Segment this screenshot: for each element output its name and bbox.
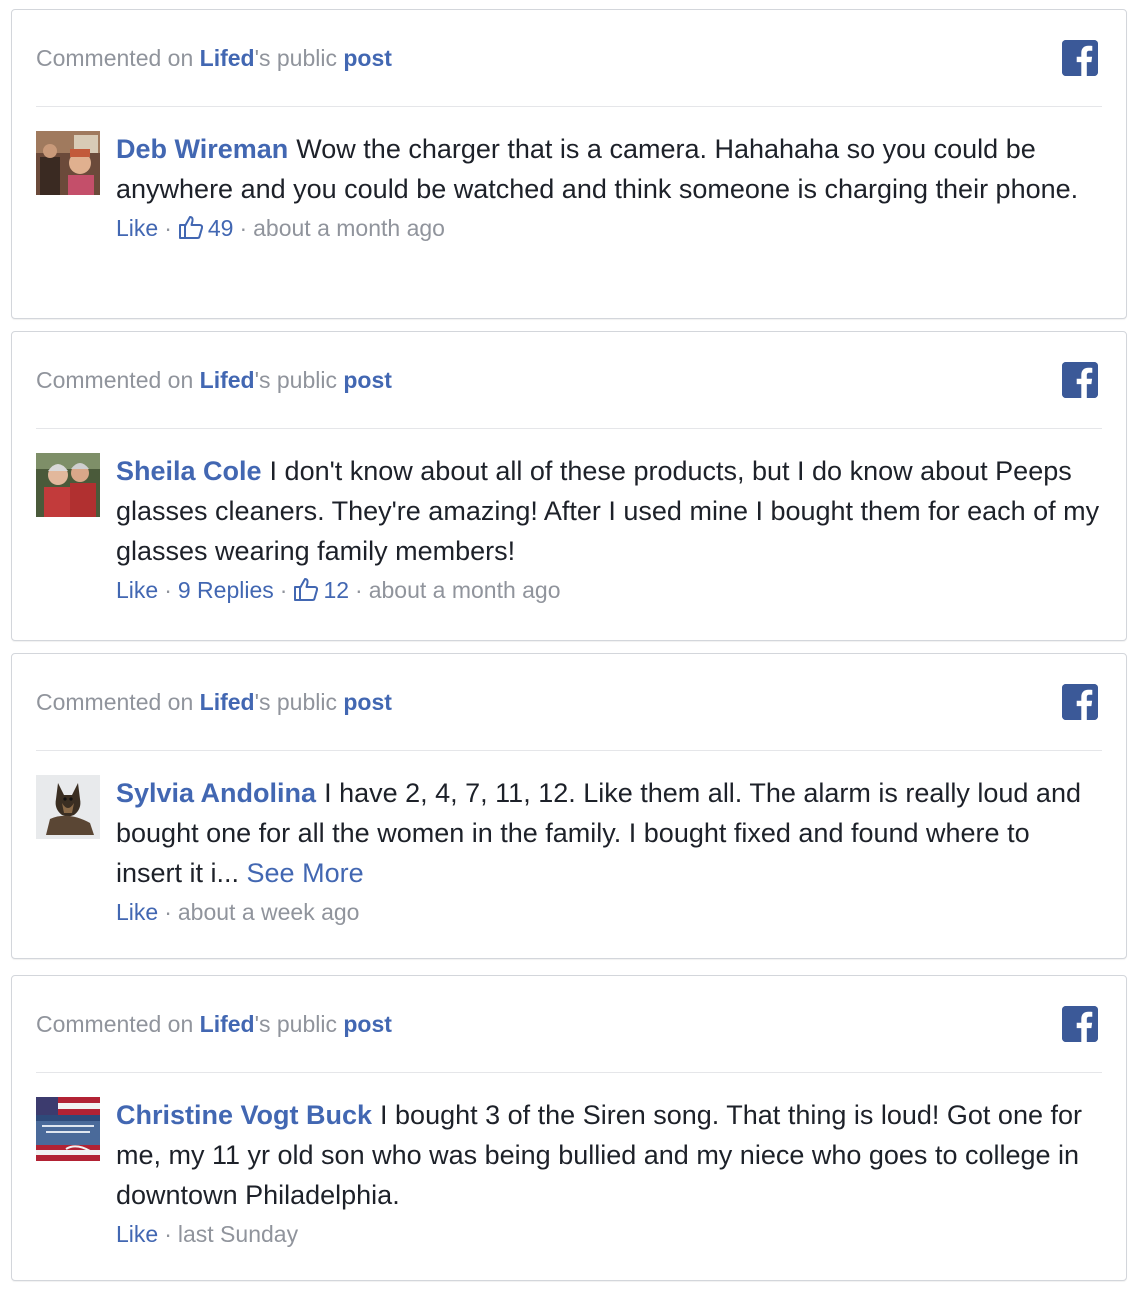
comment-body: Sheila Cole I don't know about all of the… <box>116 453 1102 609</box>
page-link[interactable]: Lifed <box>200 689 255 715</box>
comment-meta: Like · 49 · about a month ago <box>116 213 1102 247</box>
timestamp[interactable]: about a month ago <box>369 577 561 603</box>
thumbs-up-icon <box>178 214 204 247</box>
comments-feed: Commented on Lifed's public post Deb Wir… <box>0 0 1144 1292</box>
like-link[interactable]: Like <box>116 215 158 241</box>
author-name[interactable]: Sheila Cole <box>116 456 262 486</box>
post-link[interactable]: post <box>343 45 392 71</box>
facebook-icon[interactable] <box>1062 362 1098 398</box>
page-link[interactable]: Lifed <box>200 1011 255 1037</box>
like-count[interactable]: 12 <box>293 577 349 603</box>
author-name[interactable]: Christine Vogt Buck <box>116 1100 372 1130</box>
page-link[interactable]: Lifed <box>200 45 255 71</box>
author-name[interactable]: Deb Wireman <box>116 134 288 164</box>
header-prefix: Commented on <box>36 367 200 393</box>
replies-link[interactable]: 9 Replies <box>178 577 274 603</box>
separator: · <box>164 215 172 241</box>
facebook-icon[interactable] <box>1062 1006 1098 1042</box>
header-divider <box>36 428 1102 429</box>
header-divider <box>36 750 1102 751</box>
post-link[interactable]: post <box>343 367 392 393</box>
timestamp[interactable]: last Sunday <box>178 1221 298 1247</box>
flag-photo-icon[interactable] <box>36 1097 100 1161</box>
comment-card: Commented on Lifed's public post Sylvia … <box>11 653 1127 959</box>
author-name[interactable]: Sylvia Andolina <box>116 778 316 808</box>
post-link[interactable]: post <box>343 1011 392 1037</box>
comment-message: I don't know about all of these products… <box>116 456 1100 566</box>
facebook-icon[interactable] <box>1062 40 1098 76</box>
comment-meta: Like · last Sunday <box>116 1219 1102 1249</box>
like-count-value: 49 <box>207 215 234 241</box>
facebook-icon[interactable] <box>1062 684 1098 720</box>
see-more-link[interactable]: See More <box>247 858 364 888</box>
separator: · <box>355 577 363 603</box>
page-link[interactable]: Lifed <box>200 367 255 393</box>
comment-card: Commented on Lifed's public post <box>11 975 1127 1281</box>
comment-text: Sylvia Andolina I have 2, 4, 7, 11, 12. L… <box>116 773 1102 893</box>
separator: · <box>279 577 288 603</box>
like-count-value: 12 <box>323 577 350 603</box>
comment-meta: Like · 9 Replies · 12 · about a month ago <box>116 575 1102 609</box>
separator: · <box>164 577 172 603</box>
separator: · <box>164 899 172 925</box>
dog-photo-icon[interactable] <box>36 775 100 839</box>
header-divider <box>36 1072 1102 1073</box>
comment-card: Commented on Lifed's public post <box>11 331 1127 641</box>
post-link[interactable]: post <box>343 689 392 715</box>
header-possessive: 's public <box>254 689 344 715</box>
separator: · <box>164 1221 172 1247</box>
header-prefix: Commented on <box>36 689 200 715</box>
card-header: Commented on Lifed's public post <box>36 687 392 717</box>
comment-body: Sylvia Andolina I have 2, 4, 7, 11, 12. L… <box>116 775 1102 927</box>
header-possessive: 's public <box>254 45 344 71</box>
card-header: Commented on Lifed's public post <box>36 1009 392 1039</box>
card-header: Commented on Lifed's public post <box>36 365 392 395</box>
couple-photo-icon[interactable] <box>36 453 100 517</box>
header-prefix: Commented on <box>36 1011 200 1037</box>
comment-meta: Like · about a week ago <box>116 897 1102 927</box>
thumbs-up-icon <box>293 576 319 609</box>
comment-body: Christine Vogt Buck I bought 3 of the Sir… <box>116 1097 1102 1249</box>
timestamp[interactable]: about a week ago <box>178 899 360 925</box>
header-possessive: 's public <box>254 367 344 393</box>
comment-text: Deb Wireman Wow the charger that is a cam… <box>116 129 1102 209</box>
comment-text: Sheila Cole I don't know about all of the… <box>116 451 1102 571</box>
person-photo-icon[interactable] <box>36 131 100 195</box>
header-possessive: 's public <box>254 1011 344 1037</box>
timestamp[interactable]: about a month ago <box>253 215 445 241</box>
like-link[interactable]: Like <box>116 899 158 925</box>
comment-text: Christine Vogt Buck I bought 3 of the Sir… <box>116 1095 1102 1215</box>
comment-card: Commented on Lifed's public post <box>11 9 1127 319</box>
comment-body: Deb Wireman Wow the charger that is a cam… <box>116 131 1102 247</box>
card-header: Commented on Lifed's public post <box>36 43 392 73</box>
separator: · <box>239 215 248 241</box>
header-prefix: Commented on <box>36 45 200 71</box>
like-link[interactable]: Like <box>116 1221 158 1247</box>
like-count[interactable]: 49 <box>178 215 234 241</box>
header-divider <box>36 106 1102 107</box>
like-link[interactable]: Like <box>116 577 158 603</box>
